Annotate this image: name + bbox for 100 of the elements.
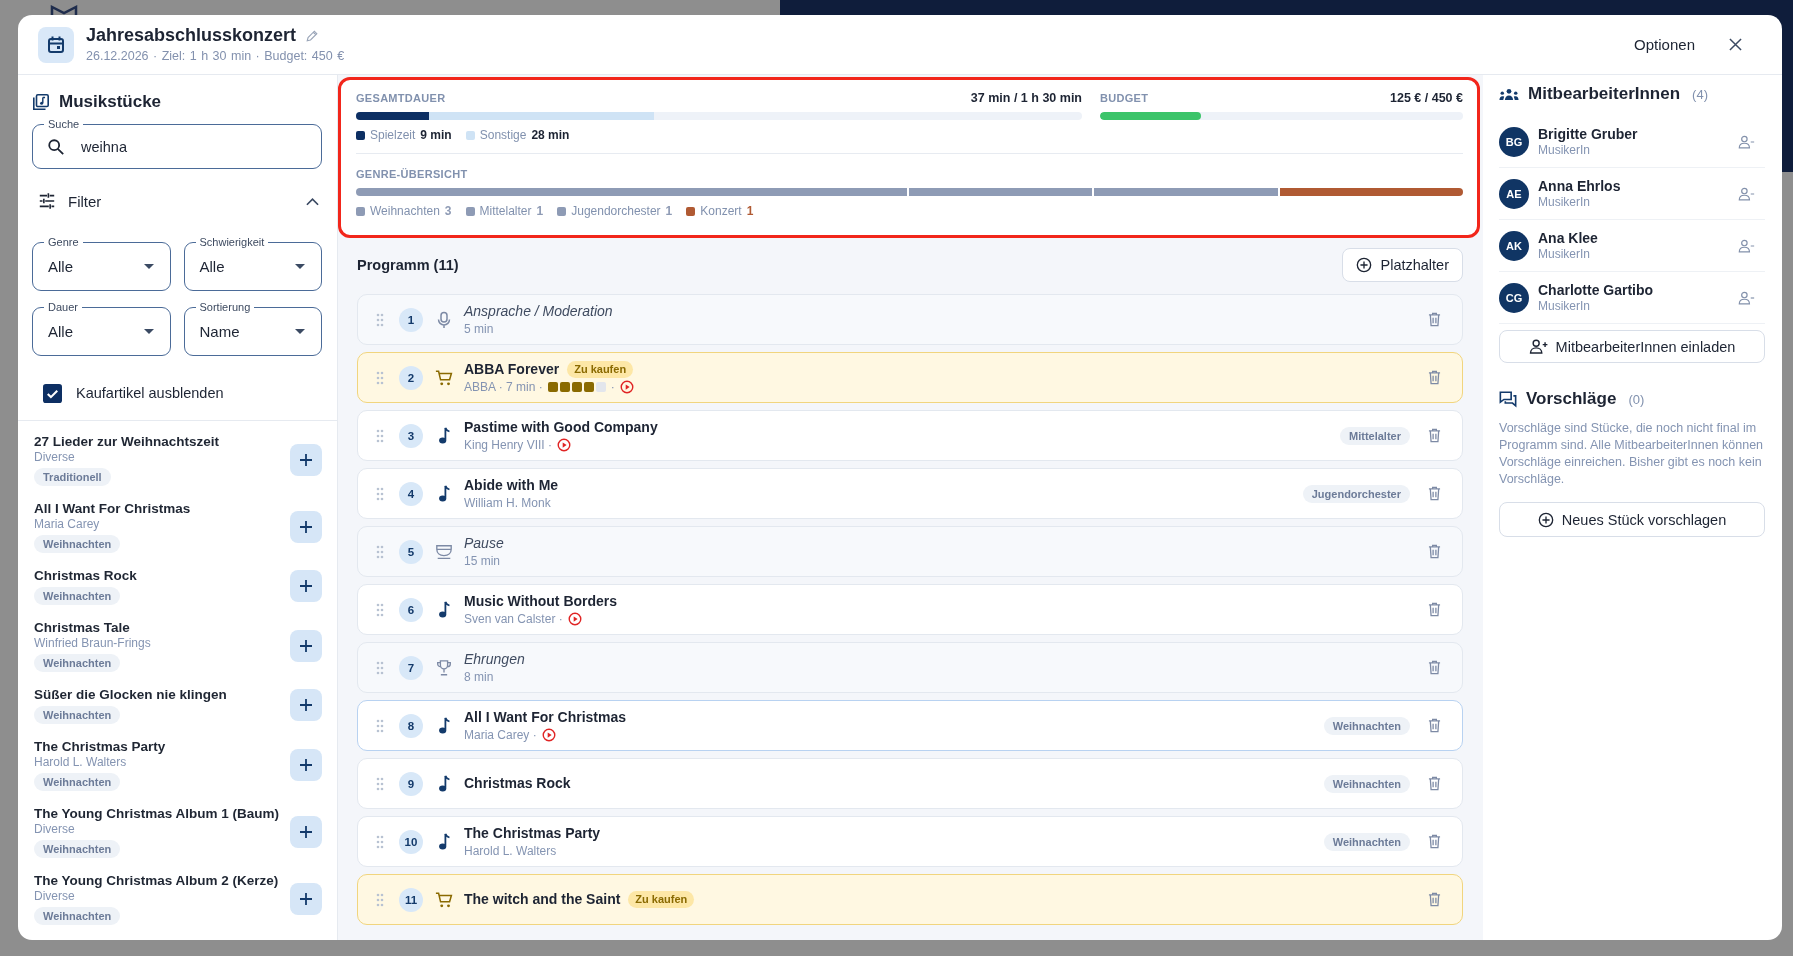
play-icon[interactable] [557, 438, 572, 452]
program-item-card[interactable]: 11 The witch and the Saint Zu kaufen [357, 874, 1463, 925]
trash-icon[interactable] [1428, 660, 1441, 675]
plus-icon [300, 520, 312, 533]
add-button[interactable] [290, 815, 322, 848]
position-number: 9 [399, 771, 423, 796]
trash-icon[interactable] [1428, 602, 1441, 617]
drag-handle-icon[interactable] [376, 370, 384, 385]
song-title: Christmas Tale [34, 619, 130, 636]
play-icon[interactable] [541, 728, 556, 742]
drag-handle-icon[interactable] [376, 834, 384, 849]
options-button[interactable]: Optionen [1630, 33, 1699, 56]
trash-icon[interactable] [1428, 776, 1441, 791]
rating-square-icon [559, 382, 570, 392]
checkbox[interactable] [43, 383, 62, 403]
remove-person-icon[interactable] [1738, 290, 1755, 305]
program-item-card[interactable]: 10 The Christmas Party Harold L. Walters Weihnachten [357, 816, 1463, 867]
program-item-card[interactable]: 7 Ehrungen 8 min [357, 642, 1463, 693]
drag-handle-icon[interactable] [376, 544, 384, 559]
trash-icon[interactable] [1428, 544, 1441, 559]
calendar-icon [38, 26, 74, 63]
position-number: 3 [399, 423, 423, 448]
plus-icon [300, 580, 312, 592]
genre-tag: Traditionell [34, 468, 111, 486]
remove-person-icon[interactable] [1738, 238, 1755, 253]
count-label: (0) [1628, 391, 1645, 407]
trash-icon[interactable] [1428, 718, 1441, 733]
trash-icon[interactable] [1428, 312, 1441, 327]
play-icon[interactable] [567, 612, 582, 626]
music-note-icon [437, 832, 451, 851]
trophy-icon [435, 658, 453, 677]
drag-handle-icon[interactable] [376, 312, 384, 327]
suggest-button[interactable]: Neues Stück vorschlagen [1499, 502, 1765, 537]
item-title: Pause [464, 534, 504, 552]
drag-handle-icon[interactable] [376, 428, 384, 443]
item-title: Christmas Rock [464, 775, 571, 792]
cart-icon [435, 368, 453, 387]
caret-icon [143, 264, 154, 269]
genre-tag: Weihnachten [1323, 716, 1410, 735]
program-item-card[interactable]: 9 Christmas Rock Weihnachten [357, 758, 1463, 809]
add-button[interactable] [290, 748, 322, 781]
program-item-card[interactable]: 5 Pause 15 min [357, 526, 1463, 577]
item-details: Maria Carey · [464, 727, 537, 743]
music-note-icon [437, 484, 451, 503]
play-icon[interactable] [619, 380, 634, 394]
stat-label: BUDGET [1100, 92, 1149, 104]
program-item-card[interactable]: 2 ABBA Forever Zu kaufen ABBA · 7 min · · [357, 352, 1463, 403]
program-item-card[interactable]: 6 Music Without Borders Sven van Calster · [357, 584, 1463, 635]
song-title: The Young Christmas Album 2 (Kerze) [34, 872, 279, 889]
program-item-card[interactable]: 8 All I Want For Christmas Maria Carey · Weihnachten [357, 700, 1463, 751]
trash-icon[interactable] [1428, 834, 1441, 849]
member-role: MusikerIn [1538, 246, 1591, 262]
genre-tag: Weihnachten [34, 654, 121, 672]
filter-label[interactable]: Filter [68, 192, 102, 210]
pencil-icon[interactable] [305, 28, 320, 43]
drag-handle-icon[interactable] [376, 660, 384, 675]
plus-icon [300, 825, 312, 838]
invite-button[interactable]: MitbearbeiterInnen einladen [1499, 330, 1765, 363]
close-icon[interactable] [1729, 38, 1742, 51]
music-note-icon [437, 600, 451, 619]
drag-handle-icon[interactable] [376, 892, 384, 907]
duration-reading: 37 min / 1 h 30 min [970, 91, 1082, 105]
add-button[interactable] [290, 882, 322, 915]
event-meta-text: 26.12.2026 · Ziel: 1 h 30 min · Budget: 450 € [86, 49, 345, 64]
drag-handle-icon[interactable] [376, 602, 384, 617]
item-title: Ansprache / Moderation [464, 302, 613, 320]
add-button[interactable] [290, 443, 322, 476]
song-title: Christmas Rock [34, 567, 137, 584]
add-button[interactable] [290, 510, 322, 543]
add-button[interactable] [290, 570, 322, 602]
legend-value: 1 [665, 204, 673, 218]
song-title: 27 Lieder zur Weihnachtszeit [34, 433, 220, 450]
song-title: All I Want For Christmas [34, 500, 191, 517]
drag-handle-icon[interactable] [376, 718, 384, 733]
add-button[interactable] [290, 689, 322, 721]
checkbox-label[interactable]: Kaufartikel ausblenden [76, 385, 224, 401]
trash-icon[interactable] [1428, 892, 1441, 907]
trash-icon[interactable] [1428, 370, 1441, 385]
suggestions-text: Vorschläge sind Stücke, die noch nicht final im Programm sind. Alle MitbearbeiterInnen können Vorschläge einreichen. Bisher gibt es noch kein Vorschläge. [1499, 420, 1765, 488]
chevron-icon[interactable] [306, 196, 319, 206]
add-placeholder-button[interactable]: Platzhalter [1342, 248, 1463, 282]
remove-person-icon[interactable] [1738, 134, 1755, 149]
trash-icon[interactable] [1428, 486, 1441, 501]
genre-tag: Weihnachten [34, 587, 121, 605]
music-note-icon [437, 426, 451, 445]
program-item-card[interactable]: 4 Abide with Me William H. Monk Jugendorchester [357, 468, 1463, 519]
plus-circle-icon [1356, 257, 1373, 273]
drag-handle-icon[interactable] [376, 776, 384, 791]
add-button[interactable] [290, 629, 322, 662]
trash-icon[interactable] [1428, 428, 1441, 443]
remove-person-icon[interactable] [1738, 186, 1755, 201]
cart-icon [435, 890, 453, 909]
drag-handle-icon[interactable] [376, 486, 384, 501]
program-item-card[interactable]: 3 Pastime with Good Company King Henry VIII · Mittelalter [357, 410, 1463, 461]
item-title: Abide with Me [464, 476, 559, 494]
music-note-icon [437, 716, 451, 735]
music-note-icon [437, 774, 451, 793]
music-library-icon [32, 93, 50, 111]
program-item-card[interactable]: 1 Ansprache / Moderation 5 min [357, 294, 1463, 345]
position-number: 4 [399, 481, 423, 506]
